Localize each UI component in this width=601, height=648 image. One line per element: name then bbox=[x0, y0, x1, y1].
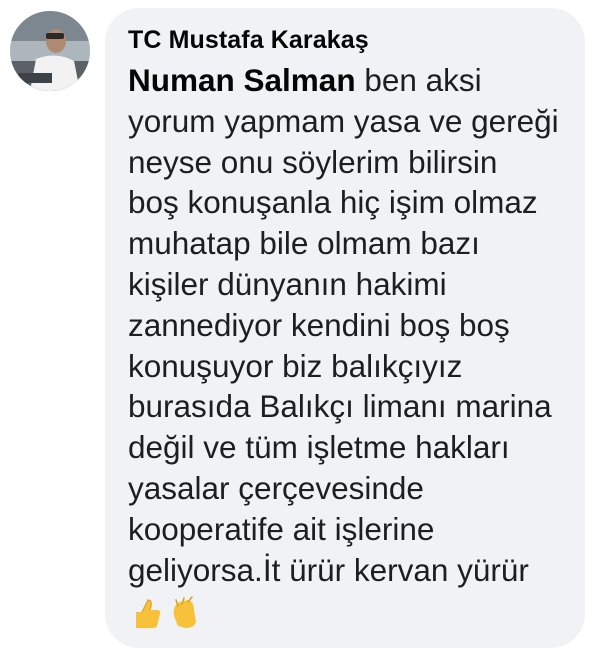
comment-line: konuşuyor biz balıkçıyız bbox=[128, 347, 463, 384]
comment-line: geliyorsa.İt ürür kervan yürür bbox=[128, 551, 529, 588]
comment-line: muhatap bile olmam bazı bbox=[128, 225, 480, 262]
comment-line: değil ve tüm işletme hakları bbox=[128, 429, 510, 466]
emoji-row bbox=[128, 596, 202, 636]
comment-line: kooperatife ait işlerine bbox=[128, 510, 435, 547]
comment-line-1: Numan Salman ben aksi bbox=[128, 60, 578, 101]
comment-line: yorum yapmam yasa ve gereği bbox=[128, 102, 559, 139]
comment-line: neyse onu söylerim bilirsin bbox=[128, 143, 498, 180]
comment-line: burasıda Balıkçı limanı marina bbox=[128, 388, 552, 425]
mention-link[interactable]: Numan Salman bbox=[128, 62, 356, 98]
comment-line-text: ben aksi bbox=[355, 62, 482, 98]
clapping-hands-icon bbox=[173, 596, 196, 628]
comment-line: boş konuşanla hiç işim olmaz bbox=[128, 184, 538, 221]
comment-line: yasalar çerçevesinde bbox=[128, 469, 424, 506]
comment-author-name[interactable]: TC Mustafa Karakaş bbox=[128, 26, 369, 55]
comment-text: Numan Salman ben aksi yorum yapmam yasa … bbox=[128, 60, 578, 590]
comment-line: kişiler dünyanın hakimi bbox=[128, 265, 447, 302]
avatar[interactable] bbox=[10, 11, 90, 91]
comment-line: zannediyor kendini boş boş bbox=[128, 306, 510, 343]
profile-photo-icon bbox=[10, 11, 90, 91]
thumbs-up-icon bbox=[136, 599, 161, 628]
